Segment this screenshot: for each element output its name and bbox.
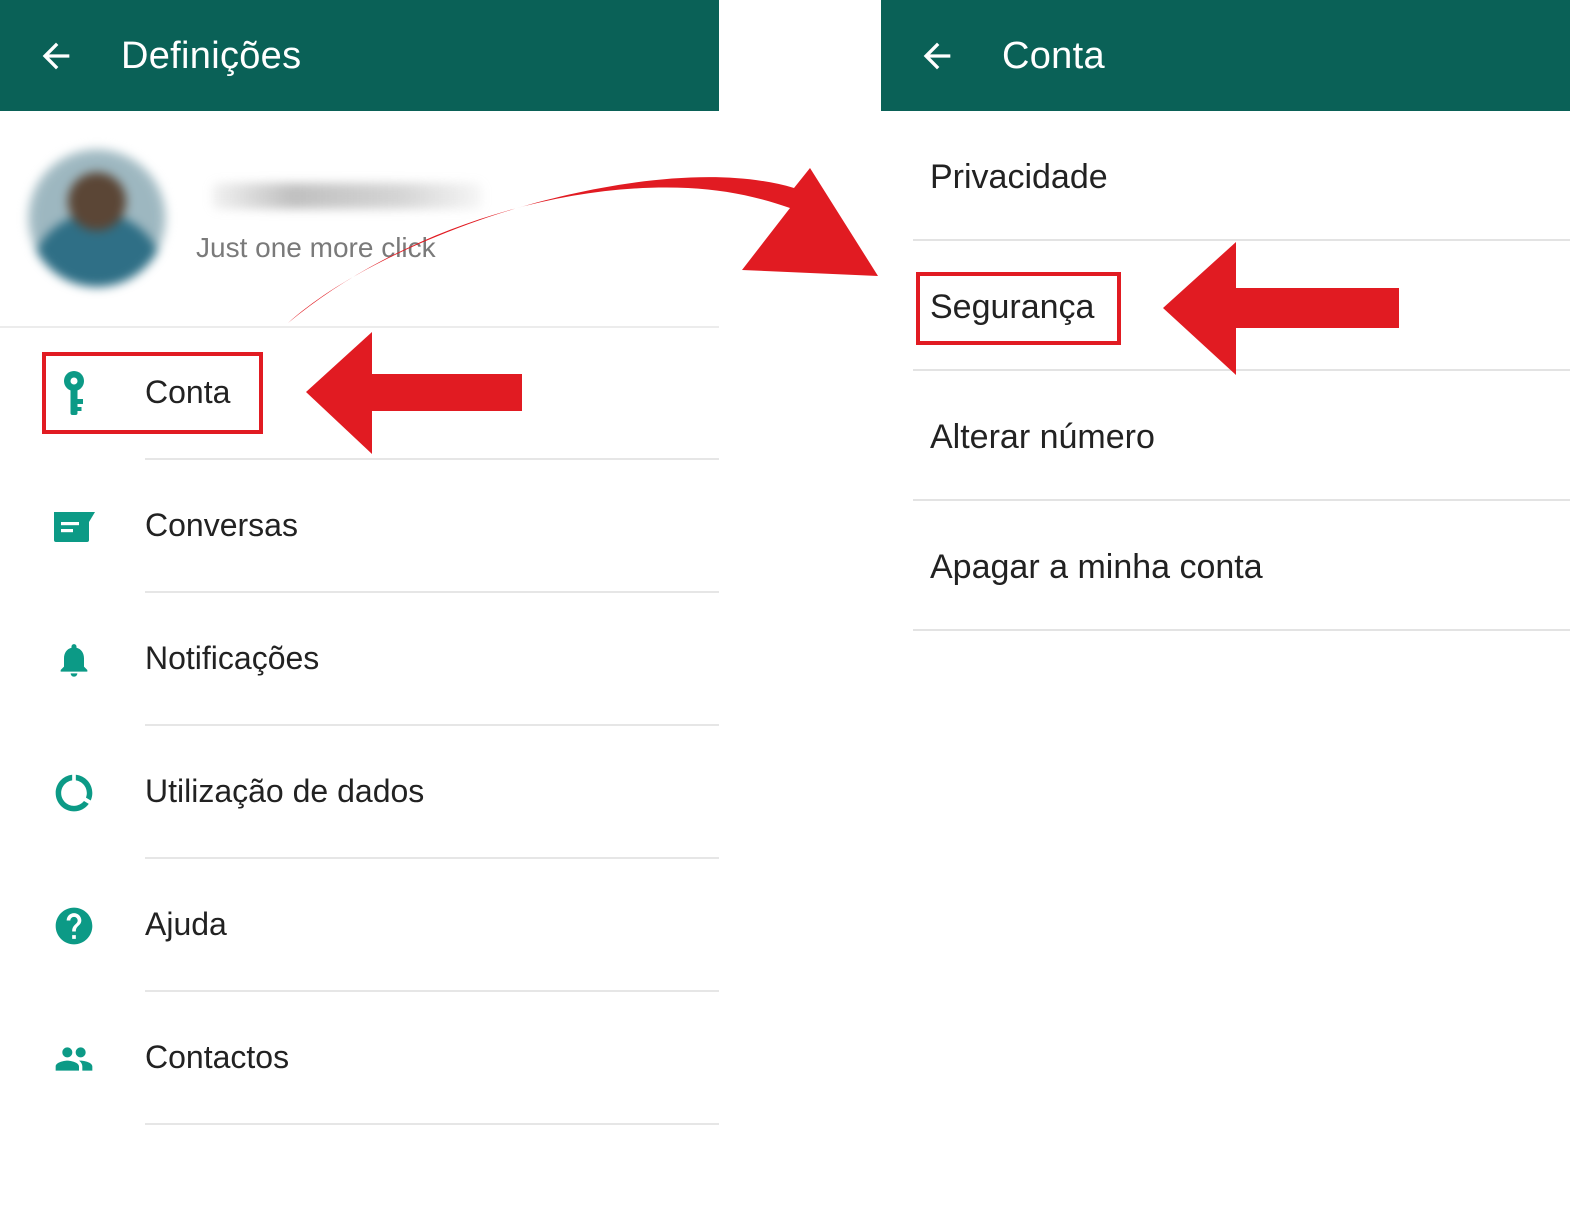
divider (145, 724, 719, 726)
profile-name-blurred (212, 183, 482, 209)
menu-item-label: Ajuda (145, 906, 227, 942)
menu-item-label: Contactos (145, 1039, 290, 1075)
account-item-seguranca[interactable]: Segurança (913, 241, 1570, 371)
divider (145, 857, 719, 859)
back-button[interactable] (911, 30, 963, 82)
account-item-label: Alterar número (930, 418, 1155, 456)
divider (145, 458, 719, 460)
divider (145, 990, 719, 992)
account-screen: Conta Privacidade Segurança Alterar núme… (881, 0, 1570, 1229)
menu-item-conta[interactable]: Conta (0, 328, 719, 460)
divider (913, 629, 1570, 631)
account-item-label: Segurança (930, 288, 1095, 326)
account-item-alterar-numero[interactable]: Alterar número (913, 371, 1570, 501)
menu-item-label: Utilização de dados (145, 773, 425, 809)
account-item-privacidade[interactable]: Privacidade (913, 111, 1570, 241)
page-title: Definições (121, 35, 302, 77)
divider (145, 591, 719, 593)
page-title: Conta (1002, 35, 1105, 77)
profile-row[interactable]: Just one more click (0, 111, 719, 326)
help-icon (48, 900, 100, 952)
menu-item-label: Notificações (145, 640, 320, 676)
menu-item-contactos[interactable]: Contactos (0, 993, 719, 1125)
settings-screen: Definições Just one more click Conta Con… (0, 0, 719, 1229)
account-item-apagar-conta[interactable]: Apagar a minha conta (913, 501, 1570, 631)
key-icon (48, 368, 100, 420)
divider (145, 1123, 719, 1125)
back-arrow-icon (42, 42, 70, 70)
menu-item-label: Conversas (145, 507, 298, 543)
menu-item-utilizacao-de-dados[interactable]: Utilização de dados (0, 727, 719, 859)
data-usage-icon (48, 767, 100, 819)
account-item-label: Privacidade (930, 158, 1108, 196)
account-app-bar: Conta (881, 0, 1570, 111)
account-item-label: Apagar a minha conta (930, 548, 1263, 586)
bell-icon (48, 634, 100, 686)
menu-item-label: Conta (145, 374, 231, 410)
avatar[interactable] (28, 149, 166, 287)
menu-item-notificacoes[interactable]: Notificações (0, 594, 719, 726)
contacts-icon (48, 1033, 100, 1085)
menu-item-ajuda[interactable]: Ajuda (0, 860, 719, 992)
chat-icon (48, 501, 100, 553)
menu-item-conversas[interactable]: Conversas (0, 461, 719, 593)
back-arrow-icon (923, 42, 951, 70)
profile-status: Just one more click (196, 232, 436, 263)
settings-app-bar: Definições (0, 0, 719, 111)
back-button[interactable] (30, 30, 82, 82)
